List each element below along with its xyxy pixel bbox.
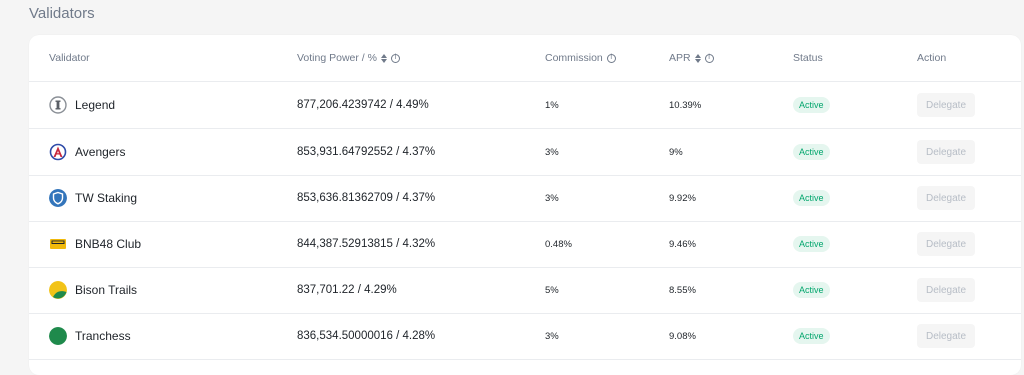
- table-row[interactable]: Bison Trails 837,701.22 / 4.29% 5% 8.55%…: [29, 267, 1021, 314]
- validator-cell[interactable]: Bison Trails: [49, 267, 137, 313]
- header-apr-label: APR: [669, 52, 691, 64]
- status-badge: Active: [793, 97, 830, 113]
- commission-value: 5%: [545, 284, 559, 296]
- apr-value: 10.39%: [669, 99, 702, 111]
- commission-value: 0.48%: [545, 238, 572, 250]
- delegate-button[interactable]: Delegate: [917, 324, 975, 348]
- voting-power-value: 877,206.4239742 / 4.49%: [297, 99, 429, 111]
- table-row[interactable]: Legend 877,206.4239742 / 4.49% 1% 10.39%…: [29, 82, 1021, 129]
- delegate-button[interactable]: Delegate: [917, 278, 975, 302]
- validator-name[interactable]: Legend: [75, 98, 115, 112]
- header-status: Status: [793, 52, 823, 64]
- validator-name[interactable]: Tranchess: [75, 329, 131, 343]
- commission-value: 3%: [545, 146, 559, 158]
- validator-cell[interactable]: Tranchess: [49, 313, 131, 359]
- sort-icon[interactable]: [380, 53, 387, 63]
- commission-value: 3%: [545, 330, 559, 342]
- voting-power-value: 853,636.81362709 / 4.37%: [297, 192, 436, 204]
- validator-cell[interactable]: TW Staking: [49, 175, 137, 221]
- header-apr[interactable]: APR: [669, 35, 714, 81]
- header-action: Action: [917, 52, 947, 64]
- header-voting-power[interactable]: Voting Power / %: [297, 35, 400, 81]
- validator-name[interactable]: Avengers: [75, 145, 125, 159]
- header-validator: Validator: [49, 52, 90, 64]
- delegate-button[interactable]: Delegate: [917, 140, 975, 164]
- avengers-logo-icon: [49, 143, 67, 161]
- table-row[interactable]: Avengers 853,931.64792552 / 4.37% 3% 9% …: [29, 129, 1021, 176]
- sort-icon[interactable]: [694, 53, 701, 63]
- status-badge: Active: [793, 328, 830, 344]
- bnb48-logo-icon: [50, 239, 66, 249]
- header-commission-label: Commission: [545, 52, 603, 64]
- page-title: Validators: [29, 5, 95, 22]
- apr-value: 9%: [669, 146, 683, 158]
- tranchess-logo-icon: [49, 327, 67, 345]
- info-icon[interactable]: [704, 53, 714, 63]
- tw-staking-shield-icon: [49, 189, 67, 207]
- commission-value: 1%: [545, 99, 559, 111]
- table-row[interactable]: BNB48 Club 844,387.52913815 / 4.32% 0.48…: [29, 221, 1021, 268]
- validator-name[interactable]: TW Staking: [75, 191, 137, 205]
- validator-name[interactable]: BNB48 Club: [75, 237, 141, 251]
- table-row[interactable]: Tranchess 836,534.50000016 / 4.28% 3% 9.…: [29, 313, 1021, 360]
- status-badge: Active: [793, 190, 830, 206]
- voting-power-value: 853,931.64792552 / 4.37%: [297, 146, 436, 158]
- apr-value: 8.55%: [669, 284, 696, 296]
- validator-name[interactable]: Bison Trails: [75, 283, 137, 297]
- delegate-button[interactable]: Delegate: [917, 93, 975, 117]
- legend-logo-icon: [49, 96, 67, 114]
- table-header: Validator Voting Power / % Commission AP…: [29, 35, 1021, 82]
- validator-cell[interactable]: Legend: [49, 82, 115, 128]
- status-badge: Active: [793, 282, 830, 298]
- header-voting-power-label: Voting Power / %: [297, 52, 377, 64]
- header-commission: Commission: [545, 35, 616, 81]
- delegate-button[interactable]: Delegate: [917, 186, 975, 210]
- apr-value: 9.92%: [669, 192, 696, 204]
- validator-cell[interactable]: BNB48 Club: [49, 221, 141, 267]
- status-badge: Active: [793, 236, 830, 252]
- delegate-button[interactable]: Delegate: [917, 232, 975, 256]
- validators-table: Validator Voting Power / % Commission AP…: [29, 35, 1021, 375]
- commission-value: 3%: [545, 192, 559, 204]
- table-row[interactable]: TW Staking 853,636.81362709 / 4.37% 3% 9…: [29, 175, 1021, 222]
- voting-power-value: 844,387.52913815 / 4.32%: [297, 238, 436, 250]
- apr-value: 9.08%: [669, 330, 696, 342]
- info-icon[interactable]: [606, 53, 616, 63]
- validator-cell[interactable]: Avengers: [49, 129, 125, 175]
- voting-power-value: 836,534.50000016 / 4.28%: [297, 330, 436, 342]
- status-badge: Active: [793, 144, 830, 160]
- bison-trails-logo-icon: [49, 281, 67, 299]
- voting-power-value: 837,701.22 / 4.29%: [297, 284, 397, 296]
- info-icon[interactable]: [390, 53, 400, 63]
- apr-value: 9.46%: [669, 238, 696, 250]
